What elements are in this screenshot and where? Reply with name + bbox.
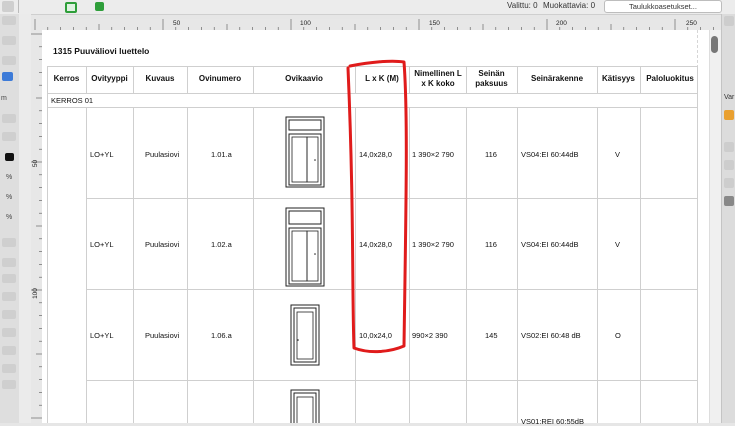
group-label: KERROS 01 xyxy=(51,96,94,105)
tool-button[interactable] xyxy=(2,56,16,65)
door-elevation-icon xyxy=(290,389,320,423)
cell-structure: VS04:EI 60:44dB xyxy=(521,240,579,249)
selected-count: Valittu: 0 xyxy=(507,1,538,10)
cell-structure: VS01:REI 60:55dB xyxy=(521,417,584,426)
cell-type: LO+YL xyxy=(90,331,114,340)
ruler-ticks xyxy=(31,33,42,419)
right-panel: Var xyxy=(721,14,735,423)
cell-type: LO+YL xyxy=(90,150,114,159)
refresh-icon[interactable] xyxy=(2,380,16,389)
tool-button[interactable] xyxy=(2,258,16,267)
ruler-label: 100 xyxy=(31,288,39,299)
cell-desc: Puulasiovi xyxy=(145,331,180,340)
cell-handing: V xyxy=(615,150,621,159)
col-divider xyxy=(466,107,467,423)
select-all-icon[interactable] xyxy=(95,2,104,11)
ruler-label: 200 xyxy=(556,20,567,27)
col-divider xyxy=(133,107,134,423)
percent-label: % xyxy=(6,194,13,201)
app-icon[interactable] xyxy=(724,110,734,120)
select-frame-icon[interactable] xyxy=(65,2,77,13)
col-divider xyxy=(187,107,188,423)
ruler-label: 100 xyxy=(300,20,311,27)
col-divider xyxy=(697,66,698,423)
tool-button[interactable] xyxy=(2,132,16,141)
column-header: Kuvaus xyxy=(145,74,175,83)
cell-number: 1.02.a xyxy=(211,240,232,249)
toolbar-divider xyxy=(18,0,19,13)
ruler-label: 150 xyxy=(429,20,440,27)
cell-handing: O xyxy=(615,331,621,340)
column-header: Ovityyppi xyxy=(91,74,128,83)
col-divider xyxy=(640,107,641,423)
panel-label: Var xyxy=(724,94,735,101)
cell-desc: Puulasiovi xyxy=(145,240,180,249)
cell-thickness: 145 xyxy=(485,331,498,340)
cell-number: 1.06.a xyxy=(211,331,232,340)
schedule-title: 1315 Puuväliovi luettelo xyxy=(53,46,150,56)
cell-thickness: 116 xyxy=(485,150,497,159)
column-header: Seinän paksuus xyxy=(475,69,508,88)
dropdown-icon[interactable] xyxy=(2,72,13,81)
door-elevation-icon xyxy=(290,304,320,366)
col-divider xyxy=(597,107,598,423)
color-swatch-icon[interactable] xyxy=(5,153,14,161)
top-toolbar: Valittu: 0 Muokattavia: 0 Taulukkoasetuk… xyxy=(0,0,735,15)
col-divider xyxy=(47,66,48,423)
tool-button[interactable] xyxy=(2,328,16,337)
column-header: Paloluokitus xyxy=(646,74,694,83)
left-tool-panel: m % % % xyxy=(0,14,20,423)
tool-button[interactable] xyxy=(2,36,16,45)
panel-button[interactable] xyxy=(724,160,734,170)
cell-desc: Puulasiovi xyxy=(145,150,180,159)
tool-button[interactable] xyxy=(2,16,16,25)
canvas-gutter xyxy=(19,14,31,423)
tool-button[interactable] xyxy=(2,114,16,123)
cell-structure: VS04:EI 60:44dB xyxy=(521,150,579,159)
panel-button[interactable] xyxy=(724,142,734,152)
layout-settings-button[interactable]: Taulukkoasetukset... xyxy=(604,0,722,13)
column-header: Seinärakenne xyxy=(530,74,584,83)
mail-icon[interactable] xyxy=(724,196,734,206)
gear-icon[interactable] xyxy=(2,1,14,12)
column-header: Kätisyys xyxy=(602,74,635,83)
col-divider xyxy=(466,66,467,93)
ruler-ticks xyxy=(34,19,714,30)
col-divider xyxy=(253,107,254,423)
tool-button[interactable] xyxy=(2,292,16,301)
column-header: Kerros xyxy=(53,74,80,83)
door-elevation-icon xyxy=(285,207,325,287)
tool-button[interactable] xyxy=(2,238,16,247)
grid-icon[interactable] xyxy=(2,274,16,283)
percent-label: % xyxy=(6,174,13,181)
cell-handing: V xyxy=(615,240,621,249)
cell-thickness: 116 xyxy=(485,240,497,249)
col-divider xyxy=(86,107,87,423)
tool-button[interactable] xyxy=(2,346,16,355)
tool-button[interactable] xyxy=(2,364,16,373)
row-divider xyxy=(86,380,697,381)
panel-button[interactable] xyxy=(724,16,734,26)
scrollbar-thumb[interactable] xyxy=(711,36,718,53)
panel-button[interactable] xyxy=(724,178,734,188)
col-divider xyxy=(517,107,518,423)
column-header: Ovinumero xyxy=(198,74,242,83)
door-elevation-icon xyxy=(285,116,325,188)
unit-label: m xyxy=(1,95,7,102)
tool-button[interactable] xyxy=(2,310,16,319)
ruler-label: 250 xyxy=(686,20,697,27)
highlight-annotation xyxy=(346,59,408,354)
editable-count: Muokattavia: 0 xyxy=(543,1,596,10)
ruler-label: 50 xyxy=(32,159,40,168)
cell-structure: VS02:EI 60:48 dB xyxy=(521,331,581,340)
percent-label: % xyxy=(6,214,13,221)
cell-number: 1.01.a xyxy=(211,150,232,159)
cell-type: LO+YL xyxy=(90,240,114,249)
ruler-label: 50 xyxy=(173,20,181,27)
